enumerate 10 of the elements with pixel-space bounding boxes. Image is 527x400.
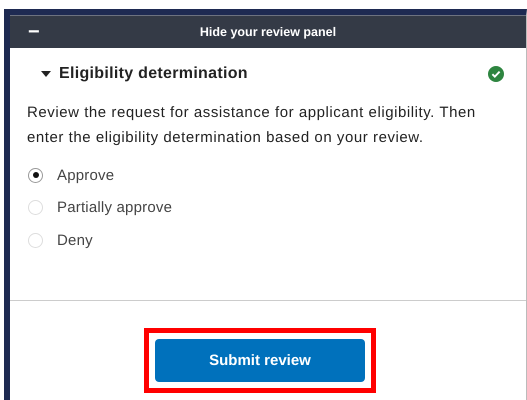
option-label: Approve bbox=[57, 166, 114, 184]
submit-button[interactable]: Submit review bbox=[155, 339, 365, 382]
option-label: Deny bbox=[57, 232, 93, 249]
caret-icon[interactable] bbox=[41, 71, 51, 77]
instructions-text: Review the request for assistance for applicant eligibility. Then enter the eligibility determination based on your review. bbox=[27, 103, 477, 148]
collapse-button[interactable]: − bbox=[28, 22, 40, 42]
section-title[interactable]: Eligibility determination bbox=[59, 65, 488, 83]
panel-title: Hide your review panel bbox=[200, 25, 336, 39]
option-label: Partially approve bbox=[57, 199, 172, 216]
radio-button[interactable] bbox=[28, 168, 43, 183]
